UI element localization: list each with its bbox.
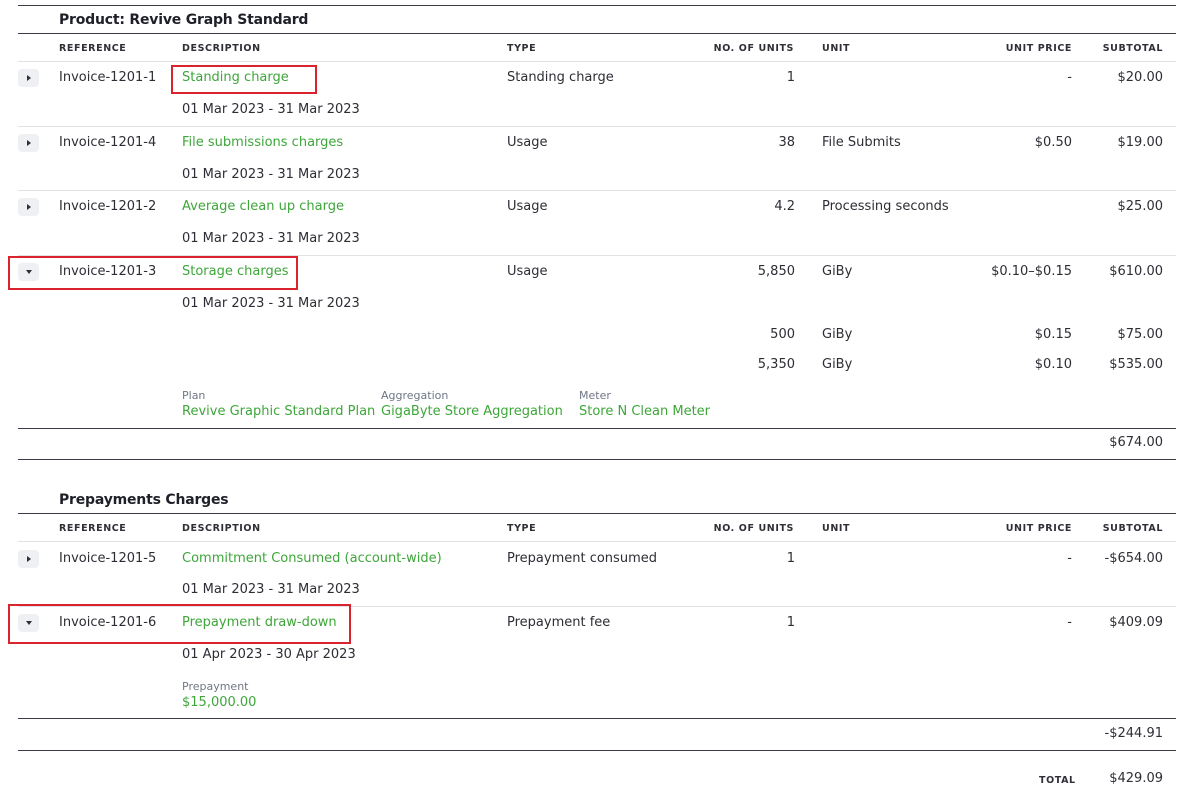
row-units: 4.2 [774, 199, 795, 214]
col-units: NO. OF UNITS [713, 523, 794, 534]
row-reference: Invoice-1201-2 [59, 199, 157, 214]
row-type: Usage [507, 264, 548, 279]
tier-unit: GiBy [822, 327, 853, 342]
row-unit-price: - [1067, 551, 1072, 566]
tier-subtotal: $535.00 [1109, 357, 1163, 372]
row-type: Prepayment fee [507, 615, 611, 630]
col-unit: UNIT [822, 43, 851, 54]
row-divider [18, 126, 1176, 127]
row-period: 01 Mar 2023 - 31 Mar 2023 [182, 296, 360, 311]
caret-right-icon [26, 204, 31, 210]
prepayment-header-divider [18, 513, 1176, 514]
row-period: 01 Mar 2023 - 31 Mar 2023 [182, 582, 360, 597]
col-description: DESCRIPTION [182, 43, 261, 54]
aggregation-link[interactable]: GigaByte Store Aggregation [381, 404, 563, 419]
row-description-link[interactable]: Average clean up charge [182, 199, 344, 214]
row-units: 1 [786, 615, 795, 630]
prepayment-section-total: -$244.91 [1104, 726, 1163, 741]
caret-right-icon [26, 556, 31, 562]
expand-toggle[interactable] [18, 550, 39, 568]
row-unit: Processing seconds [822, 199, 949, 214]
col-unit-price: UNIT PRICE [1005, 43, 1072, 54]
row-subtotal: $25.00 [1117, 199, 1164, 214]
expand-toggle[interactable] [18, 134, 39, 152]
col-unit-price: UNIT PRICE [1005, 523, 1072, 534]
row-unit-price: $0.50 [1034, 135, 1072, 150]
row-type: Usage [507, 199, 548, 214]
prepayment-amount-link[interactable]: $15,000.00 [182, 695, 256, 710]
meter-link[interactable]: Store N Clean Meter [579, 404, 710, 419]
plan-link[interactable]: Revive Graphic Standard Plan [182, 404, 375, 419]
section-end-divider [18, 459, 1176, 460]
col-subtotal: SUBTOTAL [1102, 43, 1163, 54]
row-subtotal: $610.00 [1109, 264, 1163, 279]
row-unit-price: $0.10–$0.15 [991, 264, 1072, 279]
tier-unit: GiBy [822, 357, 853, 372]
col-description: DESCRIPTION [182, 523, 261, 534]
row-units: 1 [786, 551, 795, 566]
highlight-box [171, 65, 317, 94]
highlight-box [8, 604, 351, 644]
row-unit-price: - [1067, 70, 1072, 85]
expand-toggle[interactable] [18, 69, 39, 87]
product-section-title: Product: Revive Graph Standard [59, 12, 309, 28]
expand-toggle[interactable] [18, 198, 39, 216]
row-divider [18, 541, 1176, 542]
prepayment-section-title: Prepayments Charges [59, 492, 229, 508]
aggregation-label: Aggregation [381, 389, 449, 402]
row-period: 01 Mar 2023 - 31 Mar 2023 [182, 231, 360, 246]
caret-right-icon [26, 75, 31, 81]
tier-units: 5,350 [757, 357, 795, 372]
row-type: Standing charge [507, 70, 614, 85]
product-header-divider [18, 33, 1176, 34]
tier-subtotal: $75.00 [1117, 327, 1164, 342]
tier-unit-price: $0.15 [1034, 327, 1072, 342]
row-divider [18, 190, 1176, 191]
row-description-link[interactable]: File submissions charges [182, 135, 343, 150]
section-end-divider [18, 750, 1176, 751]
col-reference: REFERENCE [59, 523, 127, 534]
col-unit: UNIT [822, 523, 851, 534]
col-units: NO. OF UNITS [713, 43, 794, 54]
row-reference: Invoice-1201-4 [59, 135, 157, 150]
highlight-box [8, 256, 298, 290]
section-total-divider [18, 718, 1176, 719]
section-total-divider [18, 428, 1176, 429]
row-units: 38 [778, 135, 795, 150]
row-description-link[interactable]: Commitment Consumed (account-wide) [182, 551, 442, 566]
row-period: 01 Mar 2023 - 31 Mar 2023 [182, 167, 360, 182]
row-unit: GiBy [822, 264, 853, 279]
row-period: 01 Apr 2023 - 30 Apr 2023 [182, 647, 356, 662]
row-subtotal: $409.09 [1109, 615, 1163, 630]
row-units: 1 [786, 70, 795, 85]
row-subtotal: $19.00 [1117, 135, 1164, 150]
row-reference: Invoice-1201-1 [59, 70, 157, 85]
meter-label: Meter [579, 389, 611, 402]
product-section-total: $674.00 [1109, 435, 1163, 450]
caret-right-icon [26, 140, 31, 146]
tier-units: 500 [770, 327, 795, 342]
top-divider [18, 5, 1176, 6]
row-units: 5,850 [757, 264, 795, 279]
col-type: TYPE [507, 523, 537, 534]
row-subtotal: $20.00 [1117, 70, 1164, 85]
total-value: $429.09 [1109, 771, 1163, 786]
row-type: Prepayment consumed [507, 551, 657, 566]
row-subtotal: -$654.00 [1104, 551, 1163, 566]
row-period: 01 Mar 2023 - 31 Mar 2023 [182, 102, 360, 117]
row-divider [18, 61, 1176, 62]
tier-unit-price: $0.10 [1034, 357, 1072, 372]
plan-label: Plan [182, 389, 206, 402]
col-type: TYPE [507, 43, 537, 54]
row-reference: Invoice-1201-5 [59, 551, 157, 566]
row-unit: File Submits [822, 135, 901, 150]
prepayment-label: Prepayment [182, 680, 249, 693]
col-subtotal: SUBTOTAL [1102, 523, 1163, 534]
row-unit-price: - [1067, 615, 1072, 630]
row-type: Usage [507, 135, 548, 150]
col-reference: REFERENCE [59, 43, 127, 54]
